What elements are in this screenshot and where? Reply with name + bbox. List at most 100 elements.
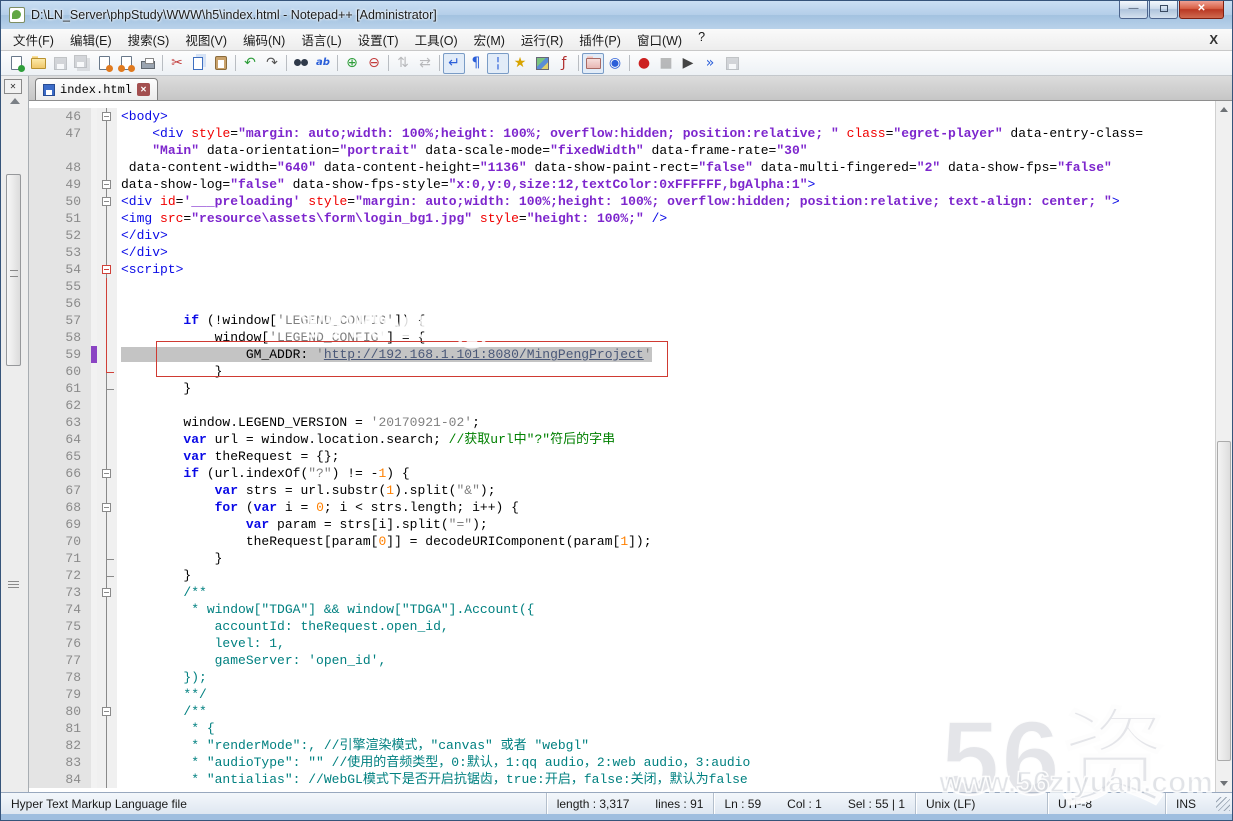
save-button[interactable] — [49, 53, 71, 74]
scroll-up-icon[interactable] — [10, 98, 20, 104]
code-line-61[interactable]: 61 } — [29, 380, 1215, 397]
menu-item[interactable]: ? — [690, 28, 713, 51]
close-button[interactable]: ✕ — [1179, 1, 1224, 19]
indent-guide-button[interactable]: ¦ — [487, 53, 509, 74]
open-file-button[interactable] — [27, 53, 49, 74]
tab-close-icon[interactable]: ✕ — [137, 83, 150, 96]
code-line-82[interactable]: 82 * "renderMode":, //引擎渲染模式，"canvas" 或者… — [29, 737, 1215, 754]
menu-item[interactable]: 设置(T) — [350, 28, 407, 51]
tab-index-html[interactable]: index.html ✕ — [35, 78, 158, 100]
fold-toggle-icon[interactable] — [97, 499, 117, 516]
redo-button[interactable]: ↷ — [261, 53, 283, 74]
code-line-55[interactable]: 55 — [29, 278, 1215, 295]
vertical-scrollbar[interactable] — [1215, 101, 1232, 792]
code-line-62[interactable]: 62 — [29, 397, 1215, 414]
title-bar[interactable]: D:\LN_Server\phpStudy\WWW\h5\index.html … — [1, 1, 1232, 29]
fold-toggle-icon[interactable] — [97, 703, 117, 720]
code-line-84[interactable]: 84 * "antialias": //WebGL模式下是否开启抗锯齿，true… — [29, 771, 1215, 788]
code-line-81[interactable]: 81 * { — [29, 720, 1215, 737]
menu-item[interactable]: 文件(F) — [5, 28, 62, 51]
word-wrap-button[interactable]: ↵ — [443, 53, 465, 74]
find-button[interactable] — [290, 53, 312, 74]
eol-status[interactable]: Unix (LF) — [916, 793, 1048, 814]
menu-item[interactable]: 语言(L) — [293, 28, 349, 51]
encoding-status[interactable]: UTF-8 — [1048, 793, 1166, 814]
code-line-76[interactable]: 76 level: 1, — [29, 635, 1215, 652]
paste-button[interactable] — [210, 53, 232, 74]
fold-toggle-icon[interactable] — [97, 108, 117, 125]
new-file-button[interactable] — [5, 53, 27, 74]
code-line-46[interactable]: 46<body> — [29, 108, 1215, 125]
replace-button[interactable]: ab — [312, 53, 334, 74]
fold-toggle-icon[interactable] — [97, 176, 117, 193]
save-all-button[interactable] — [71, 53, 93, 74]
menu-item[interactable]: 视图(V) — [177, 28, 235, 51]
code-line-68[interactable]: 68 for (var i = 0; i < strs.length; i++)… — [29, 499, 1215, 516]
code-line-75[interactable]: 75 accountId: theRequest.open_id, — [29, 618, 1215, 635]
insert-mode-status[interactable]: INS — [1166, 793, 1212, 814]
undo-button[interactable]: ↶ — [239, 53, 261, 74]
panel-close-icon[interactable]: ✕ — [4, 79, 22, 94]
code-line-80[interactable]: 80 /** — [29, 703, 1215, 720]
code-line-53[interactable]: 53</div> — [29, 244, 1215, 261]
define-language-button[interactable]: ★ — [509, 53, 531, 74]
code-line-54[interactable]: 54<script> — [29, 261, 1215, 278]
code-line-60[interactable]: 60 } — [29, 363, 1215, 380]
code-line-83[interactable]: 83 * "audioType": "" //使用的音频类型，0:默认，1:qq… — [29, 754, 1215, 771]
fold-toggle-icon[interactable] — [97, 584, 117, 601]
resize-grip[interactable] — [1216, 797, 1230, 811]
code-editor[interactable]: 46<body>47 <div style="margin: auto;widt… — [29, 101, 1232, 792]
code-line-49[interactable]: 49data-show-log="false" data-show-fps-st… — [29, 176, 1215, 193]
code-line-52[interactable]: 52</div> — [29, 227, 1215, 244]
function-list-button[interactable]: ƒ — [553, 53, 575, 74]
show-all-characters-button[interactable]: ¶ — [465, 53, 487, 74]
close-file-button[interactable] — [93, 53, 115, 74]
menu-item[interactable]: 编辑(E) — [62, 28, 120, 51]
fold-toggle-icon[interactable] — [97, 193, 117, 210]
macro-run-multiple-button[interactable]: » — [699, 53, 721, 74]
code-line-70[interactable]: 70 theRequest[param[0]] = decodeURICompo… — [29, 533, 1215, 550]
code-line-57[interactable]: 57 if (!window['LEGEND_CONFIG']) { — [29, 312, 1215, 329]
code-line-56[interactable]: 56 — [29, 295, 1215, 312]
fold-toggle-icon[interactable] — [97, 465, 117, 482]
print-button[interactable] — [137, 53, 159, 74]
menu-item[interactable]: 窗口(W) — [629, 28, 690, 51]
panel-scrollbar-thumb[interactable] — [6, 174, 21, 366]
splitter-grip[interactable] — [8, 581, 19, 588]
code-line-48[interactable]: 48 data-content-width="640" data-content… — [29, 159, 1215, 176]
menu-item[interactable]: 运行(R) — [513, 28, 571, 51]
code-line-72[interactable]: 72 } — [29, 567, 1215, 584]
code-line-wrap[interactable]: "Main" data-orientation="portrait" data-… — [29, 142, 1215, 159]
file-monitor-button[interactable]: ◉ — [604, 53, 626, 74]
code-line-67[interactable]: 67 var strs = url.substr(1).split("&"); — [29, 482, 1215, 499]
zoom-out-button[interactable]: ⊖ — [363, 53, 385, 74]
code-line-63[interactable]: 63 window.LEGEND_VERSION = '20170921-02'… — [29, 414, 1215, 431]
cut-button[interactable]: ✂ — [166, 53, 188, 74]
code-line-59[interactable]: 59 GM_ADDR: 'http://192.168.1.101:8080/M… — [29, 346, 1215, 363]
menu-item[interactable]: 编码(N) — [235, 28, 293, 51]
macro-stop-button[interactable]: ■ — [655, 53, 677, 74]
scrollbar-down-icon[interactable] — [1220, 781, 1228, 786]
code-line-77[interactable]: 77 gameServer: 'open_id', — [29, 652, 1215, 669]
menu-item[interactable]: 插件(P) — [571, 28, 629, 51]
menu-item[interactable]: 搜索(S) — [120, 28, 178, 51]
document-map-button[interactable] — [531, 53, 553, 74]
macro-play-button[interactable]: ▶ — [677, 53, 699, 74]
copy-button[interactable] — [188, 53, 210, 74]
code-line-79[interactable]: 79 **/ — [29, 686, 1215, 703]
sync-horizontal-button[interactable]: ⇄ — [414, 53, 436, 74]
menu-item[interactable]: 工具(O) — [407, 28, 466, 51]
minimize-button[interactable]: — — [1119, 1, 1148, 19]
code-line-64[interactable]: 64 var url = window.location.search; //获… — [29, 431, 1215, 448]
close-document-button[interactable]: X — [1209, 32, 1218, 47]
code-line-74[interactable]: 74 * window["TDGA"] && window["TDGA"].Ac… — [29, 601, 1215, 618]
zoom-in-button[interactable]: ⊕ — [341, 53, 363, 74]
doc-switcher-button[interactable] — [582, 53, 604, 74]
fold-toggle-icon[interactable] — [97, 261, 117, 278]
maximize-button[interactable] — [1149, 1, 1178, 19]
macro-save-button[interactable] — [721, 53, 743, 74]
code-line-71[interactable]: 71 } — [29, 550, 1215, 567]
code-line-58[interactable]: 58 window['LEGEND_CONFIG'] = { — [29, 329, 1215, 346]
code-line-78[interactable]: 78 }); — [29, 669, 1215, 686]
code-line-73[interactable]: 73 /** — [29, 584, 1215, 601]
